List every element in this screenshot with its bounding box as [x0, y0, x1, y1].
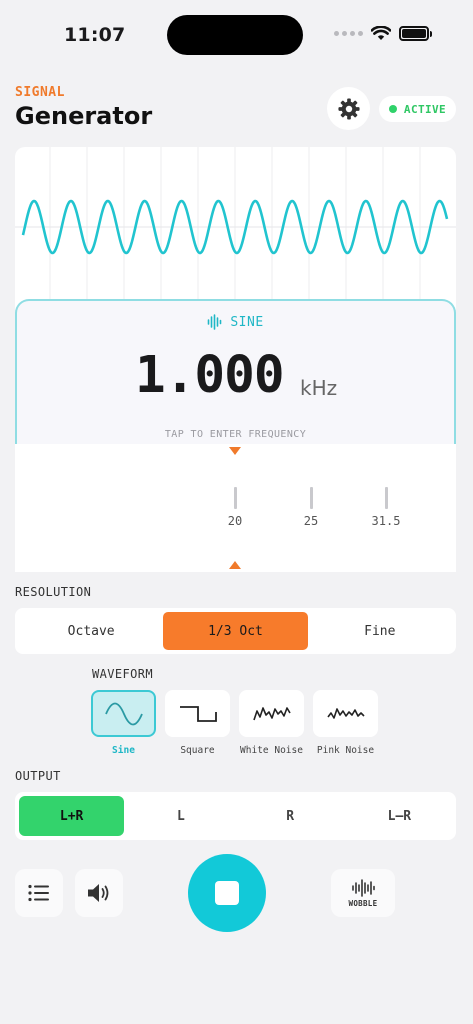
waveform-bars-icon [208, 314, 222, 330]
ruler-tick-label: 31.5 [371, 514, 401, 528]
wobble-label: WOBBLE [348, 898, 378, 908]
resolution-label: RESOLUTION [15, 585, 92, 599]
frequency-display[interactable]: SINE 1.000 kHz TAP TO ENTER FREQUENCY [15, 299, 456, 444]
presets-list-button[interactable] [15, 869, 63, 917]
ruler-tick-label: 20 [227, 514, 243, 528]
output-option-left[interactable]: L [128, 796, 233, 836]
frequency-ruler[interactable]: 20 25 31.5 [15, 444, 456, 572]
status-time: 11:07 [64, 24, 126, 46]
ruler-tick [310, 487, 313, 509]
waveform-option-sine[interactable]: Sine [91, 690, 156, 756]
stop-icon [215, 881, 239, 905]
ruler-tick [234, 487, 237, 509]
active-indicator-dot [388, 105, 397, 113]
settings-button[interactable] [327, 87, 370, 130]
stop-button[interactable] [188, 854, 266, 932]
cellular-signal-icon [334, 31, 363, 36]
ruler-pointer-bottom [229, 561, 241, 569]
waveform-option-white-noise[interactable]: White Noise [239, 690, 304, 756]
output-label: OUTPUT [15, 769, 61, 783]
white-noise-icon [252, 706, 291, 720]
status-badge-label: ACTIVE [403, 102, 447, 116]
output-selector: L+R L R L–R [15, 792, 456, 840]
wave-type-label: SINE [230, 314, 264, 330]
waveform-option-label: Sine [112, 745, 135, 756]
wobble-button[interactable]: WOBBLE [331, 869, 395, 917]
ruler-tick-label: 25 [303, 514, 319, 528]
waveform-option-pink-noise[interactable]: Pink Noise [313, 690, 378, 756]
wave-type-indicator: SINE [17, 314, 454, 330]
waveform-option-square[interactable]: Square [165, 690, 230, 756]
wifi-icon [371, 26, 391, 40]
output-option-stereo[interactable]: L+R [19, 796, 125, 836]
frequency-unit: kHz [300, 376, 338, 400]
pink-noise-icon [326, 707, 365, 719]
resolution-option-fine[interactable]: Fine [308, 612, 452, 650]
speaker-icon [88, 884, 109, 902]
status-bar: 11:07 [0, 0, 473, 70]
output-option-right[interactable]: R [238, 796, 343, 836]
wobble-waveform-icon [352, 878, 375, 897]
waveform-selector: Sine Square White Noise Pink Noise [91, 690, 378, 756]
sine-wave-icon [104, 702, 143, 725]
waveform-option-label: White Noise [240, 745, 303, 756]
dynamic-island [167, 15, 303, 55]
resolution-option-octave[interactable]: Octave [19, 612, 163, 650]
page-title: Generator [15, 102, 153, 130]
app-kicker: SIGNAL [15, 85, 65, 100]
ruler-tick [385, 487, 388, 509]
status-badge: ACTIVE [379, 96, 456, 122]
volume-button[interactable] [75, 869, 123, 917]
frequency-entry-hint: TAP TO ENTER FREQUENCY [164, 429, 307, 440]
status-icons [334, 26, 432, 41]
list-icon [28, 884, 49, 902]
frequency-value: 1.000 [135, 346, 285, 405]
output-option-difference[interactable]: L–R [347, 796, 452, 836]
gear-icon [337, 97, 360, 120]
waveform-option-label: Pink Noise [316, 745, 375, 756]
square-wave-icon [179, 705, 217, 722]
ruler-pointer-top [229, 447, 241, 455]
waveform-option-label: Square [180, 745, 215, 756]
resolution-option-third-octave[interactable]: 1/3 Oct [163, 612, 308, 650]
resolution-selector: Octave 1/3 Oct Fine [15, 608, 456, 654]
battery-icon [399, 26, 432, 41]
waveform-label: WAVEFORM [92, 667, 153, 681]
